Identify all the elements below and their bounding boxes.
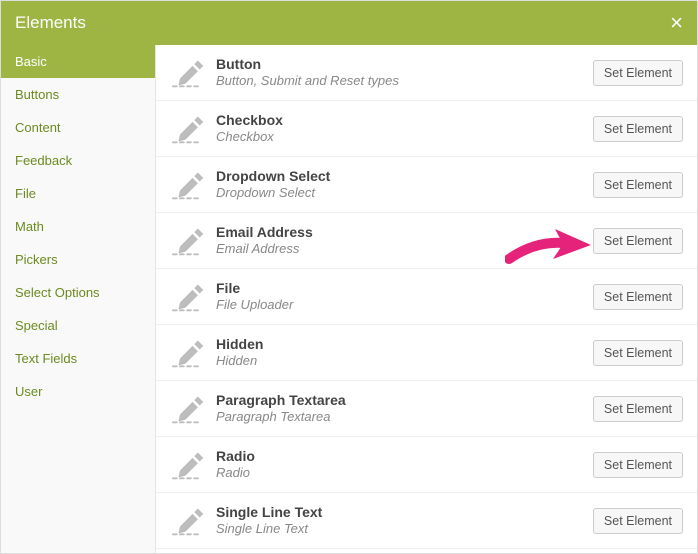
element-action: Set Element xyxy=(593,116,683,142)
element-text: FileFile Uploader xyxy=(210,280,593,314)
element-text: Single Line TextSingle Line Text xyxy=(210,504,593,538)
pencil-icon xyxy=(168,505,210,537)
element-row: Single Line TextSingle Line TextSet Elem… xyxy=(156,493,697,549)
sidebar: BasicButtonsContentFeedbackFileMathPicke… xyxy=(1,45,156,553)
set-element-button[interactable]: Set Element xyxy=(593,228,683,254)
sidebar-item-user[interactable]: User xyxy=(1,375,155,408)
element-row: Paragraph TextareaParagraph TextareaSet … xyxy=(156,381,697,437)
element-title: Button xyxy=(216,56,593,74)
element-description: Radio xyxy=(216,465,593,481)
element-text: ButtonButton, Submit and Reset types xyxy=(210,56,593,90)
element-title: Single Line Text xyxy=(216,504,593,522)
panel-title: Elements xyxy=(15,13,86,33)
element-row: Email AddressEmail AddressSet Element xyxy=(156,213,697,269)
element-row: RadioRadioSet Element xyxy=(156,437,697,493)
element-text: Paragraph TextareaParagraph Textarea xyxy=(210,392,593,426)
sidebar-item-text-fields[interactable]: Text Fields xyxy=(1,342,155,375)
element-description: Email Address xyxy=(216,241,593,257)
element-text: HiddenHidden xyxy=(210,336,593,370)
element-title: Email Address xyxy=(216,224,593,242)
element-row: Dropdown SelectDropdown SelectSet Elemen… xyxy=(156,157,697,213)
element-description: Hidden xyxy=(216,353,593,369)
element-description: Single Line Text xyxy=(216,521,593,537)
elements-list: ButtonButton, Submit and Reset typesSet … xyxy=(156,45,697,553)
sidebar-item-file[interactable]: File xyxy=(1,177,155,210)
element-text: CheckboxCheckbox xyxy=(210,112,593,146)
element-row: FileFile UploaderSet Element xyxy=(156,269,697,325)
sidebar-item-content[interactable]: Content xyxy=(1,111,155,144)
element-description: Dropdown Select xyxy=(216,185,593,201)
set-element-button[interactable]: Set Element xyxy=(593,172,683,198)
element-description: Checkbox xyxy=(216,129,593,145)
sidebar-item-pickers[interactable]: Pickers xyxy=(1,243,155,276)
set-element-button[interactable]: Set Element xyxy=(593,508,683,534)
sidebar-item-select-options[interactable]: Select Options xyxy=(1,276,155,309)
element-action: Set Element xyxy=(593,172,683,198)
element-title: File xyxy=(216,280,593,298)
pencil-icon xyxy=(168,57,210,89)
pencil-icon xyxy=(168,225,210,257)
set-element-button[interactable]: Set Element xyxy=(593,396,683,422)
element-text: Dropdown SelectDropdown Select xyxy=(210,168,593,202)
element-row: CheckboxCheckboxSet Element xyxy=(156,101,697,157)
element-action: Set Element xyxy=(593,60,683,86)
element-text: Email AddressEmail Address xyxy=(210,224,593,258)
close-icon[interactable]: × xyxy=(670,12,683,34)
pencil-icon xyxy=(168,281,210,313)
element-title: Dropdown Select xyxy=(216,168,593,186)
element-description: File Uploader xyxy=(216,297,593,313)
element-title: Hidden xyxy=(216,336,593,354)
pencil-icon xyxy=(168,337,210,369)
element-action: Set Element xyxy=(593,228,683,254)
elements-panel: Elements × BasicButtonsContentFeedbackFi… xyxy=(0,0,698,554)
element-description: Button, Submit and Reset types xyxy=(216,73,593,89)
element-title: Paragraph Textarea xyxy=(216,392,593,410)
element-description: Paragraph Textarea xyxy=(216,409,593,425)
element-row: HiddenHiddenSet Element xyxy=(156,325,697,381)
set-element-button[interactable]: Set Element xyxy=(593,60,683,86)
pencil-icon xyxy=(168,169,210,201)
element-row: ButtonButton, Submit and Reset typesSet … xyxy=(156,45,697,101)
set-element-button[interactable]: Set Element xyxy=(593,452,683,478)
sidebar-item-buttons[interactable]: Buttons xyxy=(1,78,155,111)
element-title: Radio xyxy=(216,448,593,466)
sidebar-item-basic[interactable]: Basic xyxy=(1,45,155,78)
element-action: Set Element xyxy=(593,508,683,534)
element-action: Set Element xyxy=(593,284,683,310)
element-action: Set Element xyxy=(593,396,683,422)
pencil-icon xyxy=(168,113,210,145)
pencil-icon xyxy=(168,449,210,481)
pencil-icon xyxy=(168,393,210,425)
sidebar-item-math[interactable]: Math xyxy=(1,210,155,243)
panel-header: Elements × xyxy=(1,1,697,45)
sidebar-item-special[interactable]: Special xyxy=(1,309,155,342)
set-element-button[interactable]: Set Element xyxy=(593,284,683,310)
element-action: Set Element xyxy=(593,340,683,366)
set-element-button[interactable]: Set Element xyxy=(593,340,683,366)
element-title: Checkbox xyxy=(216,112,593,130)
panel-body: BasicButtonsContentFeedbackFileMathPicke… xyxy=(1,45,697,553)
sidebar-item-feedback[interactable]: Feedback xyxy=(1,144,155,177)
element-action: Set Element xyxy=(593,452,683,478)
element-text: RadioRadio xyxy=(210,448,593,482)
set-element-button[interactable]: Set Element xyxy=(593,116,683,142)
